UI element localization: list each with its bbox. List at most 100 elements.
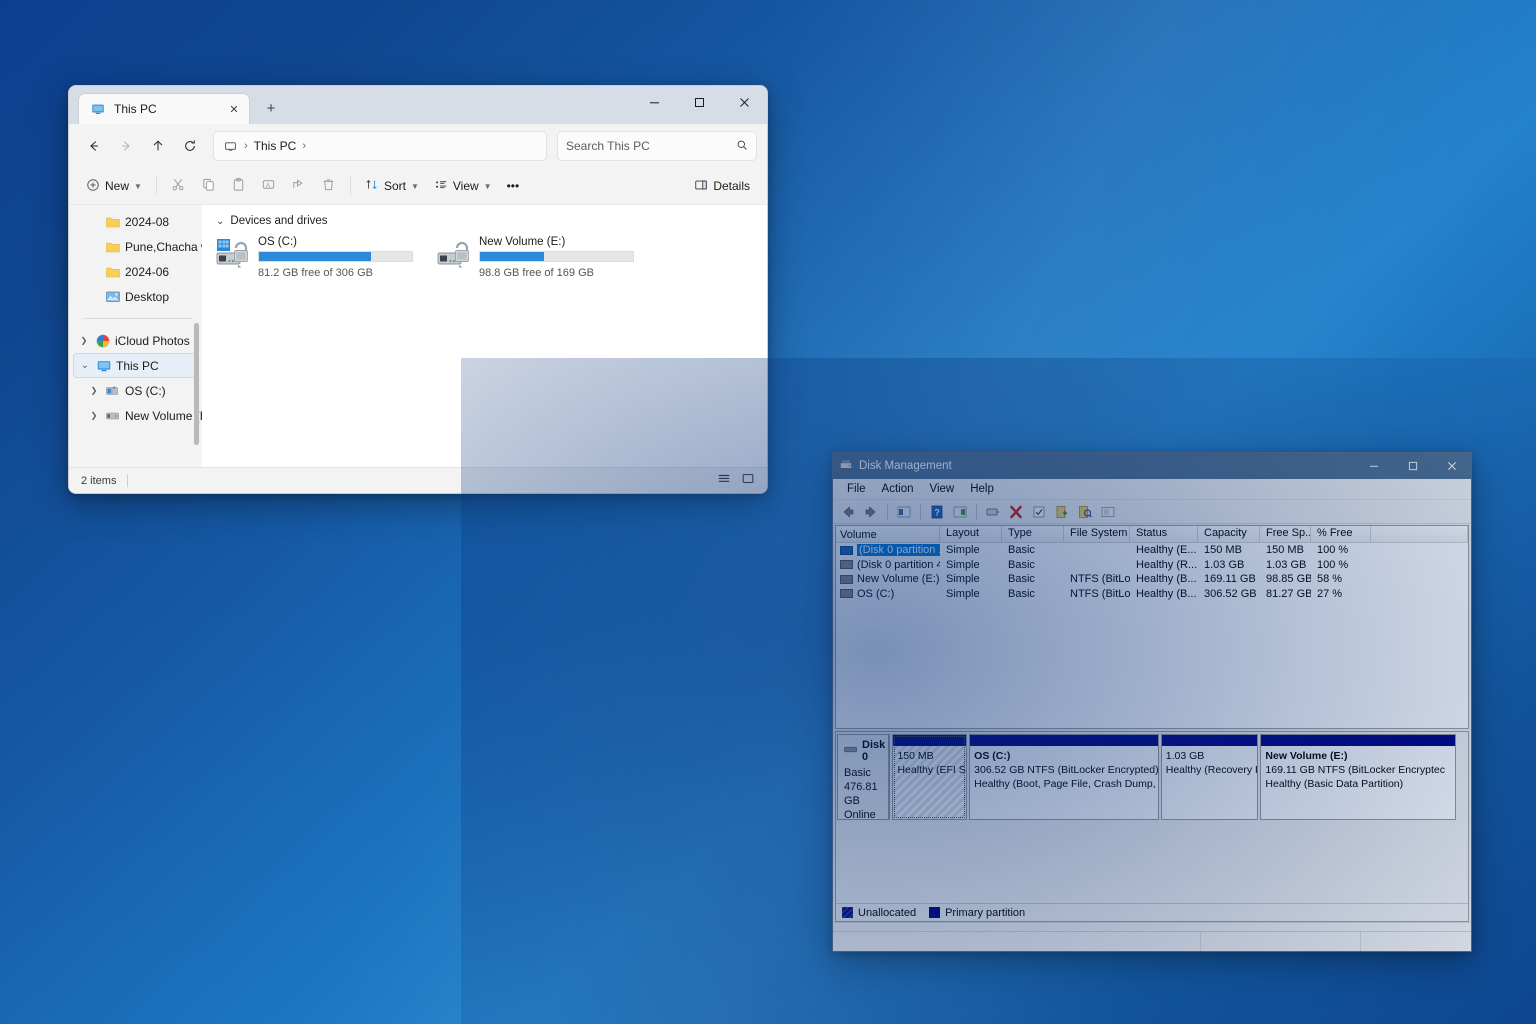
up-button[interactable] <box>143 131 173 161</box>
graphical-view[interactable]: Disk 0 Basic 476.81 GB Online 150 MB Heal… <box>835 731 1469 922</box>
partition-block[interactable]: OS (C:) 306.52 GB NTFS (BitLocker Encrypt… <box>969 734 1159 820</box>
rename-button[interactable]: A <box>254 172 283 200</box>
column-header-file-system[interactable]: File System <box>1064 526 1130 543</box>
volume-list[interactable]: Volume Layout Type File System Status Capacit… <box>835 525 1469 729</box>
sidebar-item-new-volume-e[interactable]: ❯ New Volume (E:) <box>73 403 202 428</box>
drive-tile[interactable]: New Volume (E:) 98.8 GB free of 169 GB <box>437 234 634 279</box>
chevron-right-icon[interactable]: ❯ <box>87 411 101 420</box>
sidebar-item-2024-06[interactable]: 2024-06 <box>73 259 198 284</box>
details-pane-button[interactable]: Details <box>687 172 757 200</box>
partition-block[interactable]: New Volume (E:) 169.11 GB NTFS (BitLocker… <box>1260 734 1456 820</box>
sidebar-item-this-pc[interactable]: ⌄ This PC <box>73 353 198 378</box>
breadcrumb[interactable]: › This PC › <box>213 131 547 161</box>
show-hide-action-pane-icon[interactable] <box>1098 502 1118 522</box>
new-volume-icon[interactable] <box>1052 502 1072 522</box>
volume-cell[interactable]: New Volume (E:) <box>836 573 940 585</box>
disk-row-disk0[interactable]: Disk 0 Basic 476.81 GB Online 150 MB Heal… <box>837 734 1467 821</box>
volume-list-header[interactable]: Volume Layout Type File System Status Capacit… <box>836 526 1468 543</box>
volume-cell[interactable]: (Disk 0 partition 1) <box>836 544 940 557</box>
copy-button[interactable] <box>194 172 223 200</box>
menu-item-help[interactable]: Help <box>962 481 1002 497</box>
sidebar-item-desktop[interactable]: Desktop <box>73 284 198 309</box>
chevron-down-icon[interactable]: ⌄ <box>78 360 92 371</box>
chevron-right-icon[interactable]: ❯ <box>87 386 101 395</box>
column-header-status[interactable]: Status <box>1130 526 1198 543</box>
disk-management-title-bar[interactable]: Disk Management <box>833 453 1471 479</box>
sort-button[interactable]: Sort ▼ <box>358 172 426 200</box>
volume-row[interactable]: New Volume (E:) Simple Basic NTFS (BitLo...… <box>836 572 1468 587</box>
column-header-layout[interactable]: Layout <box>940 526 1002 543</box>
forward-arrow-icon[interactable] <box>861 502 881 522</box>
sidebar-item-icloud-photos[interactable]: ❯ iCloud Photos <box>73 328 198 353</box>
explorer-title-bar[interactable]: This PC ✕ + <box>69 86 767 124</box>
file-explorer-window[interactable]: This PC ✕ + › This PC › Search This PC N… <box>68 85 768 494</box>
drive-tile[interactable]: OS (C:) 81.2 GB free of 306 GB <box>216 234 413 279</box>
more-options-button[interactable]: ••• <box>500 172 527 200</box>
drives-list[interactable]: OS (C:) 81.2 GB free of 306 GB New Volume … <box>216 234 767 279</box>
menu-item-file[interactable]: File <box>839 481 874 497</box>
volume-row[interactable]: (Disk 0 partition 4) Simple Basic Healthy (… <box>836 558 1468 573</box>
volume-list-rows[interactable]: (Disk 0 partition 1) Simple Basic Healthy (… <box>836 543 1468 728</box>
delete-button[interactable] <box>314 172 343 200</box>
maximize-button[interactable] <box>677 86 722 119</box>
volume-row[interactable]: (Disk 0 partition 1) Simple Basic Healthy (… <box>836 543 1468 558</box>
column-header-free-sp[interactable]: Free Sp... <box>1260 526 1311 543</box>
partition-block[interactable]: 1.03 GB Healthy (Recovery P <box>1160 734 1259 820</box>
explorer-address-bar[interactable]: › This PC › Search This PC <box>69 124 767 168</box>
help-icon[interactable]: ? <box>927 502 947 522</box>
column-header-volume[interactable]: Volume <box>836 526 940 543</box>
partitions-container[interactable]: 150 MB Healthy (EFI S OS (C:) 306.52 GB NTF… <box>890 734 1467 820</box>
horizontal-scrollbar[interactable] <box>833 922 1471 931</box>
new-tab-button[interactable]: + <box>258 95 284 121</box>
show-hide-console-tree-icon[interactable] <box>950 502 970 522</box>
properties-icon[interactable] <box>983 502 1003 522</box>
explorer-tab-this-pc[interactable]: This PC ✕ <box>78 93 250 124</box>
dm-close-button[interactable] <box>1432 453 1471 479</box>
volume-cell[interactable]: OS (C:) <box>836 588 940 600</box>
chevron-expand-icon[interactable]: ⌄ <box>216 216 224 227</box>
content-pane[interactable]: ⌄ Devices and drives OS (C:) 81.2 GB free… <box>202 205 767 467</box>
delete-icon[interactable] <box>1006 502 1026 522</box>
check-icon[interactable] <box>1029 502 1049 522</box>
devices-and-drives-group-header[interactable]: ⌄ Devices and drives <box>216 215 767 227</box>
navigation-pane[interactable]: 2024-08 Pune,Chacha weddin 2024-06 Desktop ❯… <box>69 205 202 467</box>
back-button[interactable] <box>79 131 109 161</box>
disk-management-toolbar[interactable]: ? <box>833 500 1471 524</box>
paste-button[interactable] <box>224 172 253 200</box>
explorer-command-bar[interactable]: New ▼ A Sort ▼ View ▼ ••• Details <box>69 168 767 205</box>
menu-item-view[interactable]: View <box>922 481 963 497</box>
share-button[interactable] <box>284 172 313 200</box>
sidebar-item-pune-chacha-weddin[interactable]: Pune,Chacha weddin <box>73 234 202 259</box>
cut-button[interactable] <box>164 172 193 200</box>
volume-row[interactable]: OS (C:) Simple Basic NTFS (BitLo... Healthy … <box>836 587 1468 602</box>
list-view-icon[interactable] <box>717 472 731 489</box>
refresh-button[interactable] <box>175 131 205 161</box>
breadcrumb-separator-trailing[interactable]: › <box>299 140 309 152</box>
menu-item-action[interactable]: Action <box>874 481 922 497</box>
column-header-type[interactable]: Type <box>1002 526 1064 543</box>
column-header-capacity[interactable]: Capacity <box>1198 526 1260 543</box>
view-mode-buttons[interactable] <box>717 472 755 489</box>
chevron-right-icon[interactable]: ❯ <box>77 336 91 345</box>
dm-maximize-button[interactable] <box>1393 453 1432 479</box>
close-button[interactable] <box>722 86 767 119</box>
volume-cell[interactable]: (Disk 0 partition 4) <box>836 559 940 571</box>
view-button[interactable]: View ▼ <box>427 172 499 200</box>
disk-management-menu-bar[interactable]: File Action View Help <box>833 479 1471 500</box>
details-view-icon[interactable] <box>741 472 755 489</box>
disk-info-panel[interactable]: Disk 0 Basic 476.81 GB Online <box>837 734 891 821</box>
breadcrumb-path[interactable]: This PC <box>254 139 297 153</box>
dm-minimize-button[interactable] <box>1354 453 1393 479</box>
minimize-button[interactable] <box>632 86 677 119</box>
back-arrow-icon[interactable] <box>838 502 858 522</box>
new-button[interactable]: New ▼ <box>79 172 149 200</box>
rescan-disks-icon[interactable] <box>1075 502 1095 522</box>
navigation-scrollbar-thumb[interactable] <box>194 323 199 445</box>
partition-block[interactable]: 150 MB Healthy (EFI S <box>892 734 968 820</box>
disk-management-window[interactable]: Disk Management FileActionViewHelp ? <box>832 452 1472 952</box>
sidebar-item-2024-08[interactable]: 2024-08 <box>73 209 198 234</box>
forward-button[interactable] <box>111 131 141 161</box>
search-input[interactable]: Search This PC <box>557 131 757 161</box>
sidebar-item-os-c[interactable]: ❯ OS (C:) <box>73 378 198 403</box>
column-header-free[interactable]: % Free <box>1311 526 1371 543</box>
